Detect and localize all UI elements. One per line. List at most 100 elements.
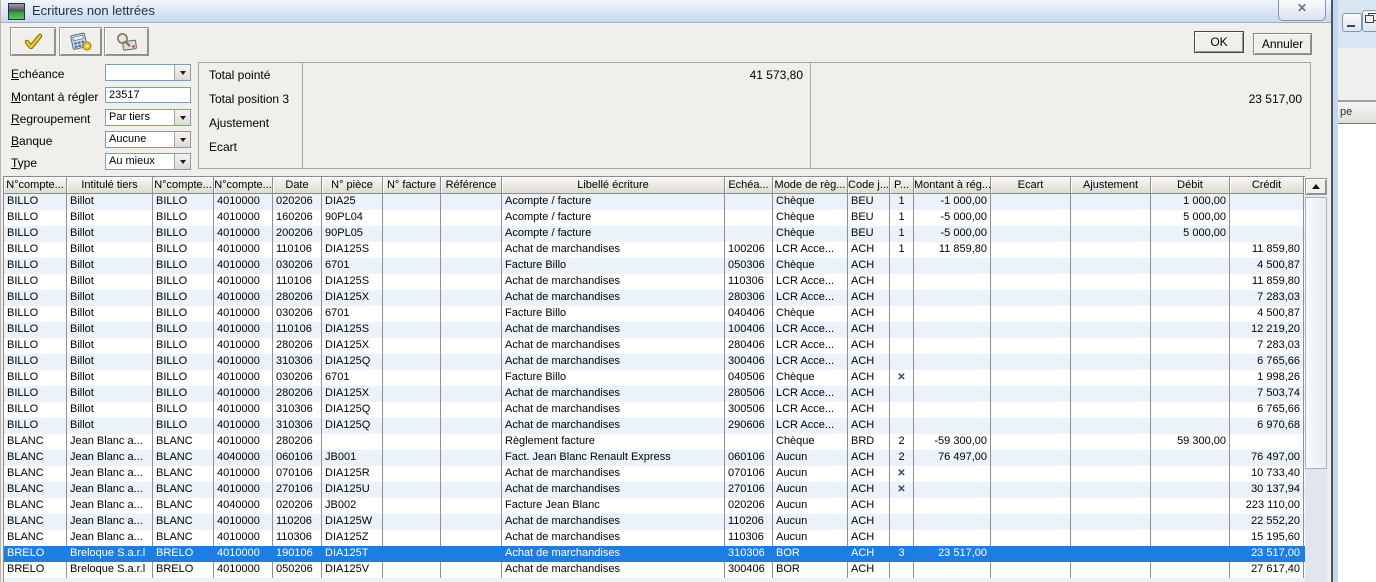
cell-date: 310306 (273, 418, 322, 434)
cell-intitule-tiers: Billot (67, 370, 153, 386)
cell-ajustement (1071, 466, 1151, 482)
cell-facture (383, 466, 441, 482)
cancel-button[interactable]: Annuler (1253, 33, 1312, 55)
cell-libelle: Facture Jean Blanc (502, 498, 725, 514)
table-row[interactable]: BILLOBillotBILLO4010000280206DIA125XAcha… (4, 290, 1305, 306)
background-list-area (1338, 124, 1376, 582)
cell-credit (1230, 210, 1304, 226)
col-header-mode-reglement[interactable]: Mode de règ... (773, 177, 848, 194)
col-header-debit[interactable]: Débit (1151, 177, 1230, 194)
ok-button[interactable]: OK (1194, 31, 1244, 53)
col-header-date[interactable]: Date (273, 177, 322, 194)
cell-compte-general: 4010000 (214, 274, 273, 290)
scroll-up-button[interactable] (1305, 178, 1327, 195)
cell-facture (383, 194, 441, 210)
chevron-down-icon[interactable] (174, 110, 190, 125)
cell-libelle: Acompte / facture (502, 226, 725, 242)
table-row[interactable]: BILLOBillotBILLO4010000280206DIA125XAcha… (4, 338, 1305, 354)
col-header-reference[interactable]: Référence (441, 177, 502, 194)
col-header-credit[interactable]: Crédit (1230, 177, 1304, 194)
col-header-facture[interactable]: N° facture (383, 177, 441, 194)
screen: Ecritures non lettrées ✕ (0, 0, 1376, 582)
cell-debit (1151, 482, 1230, 498)
table-row[interactable]: BILLOBillotBILLO4010000020206DIA25Acompt… (4, 194, 1305, 210)
col-header-pointage[interactable]: P... (890, 177, 914, 194)
cell-compte-tiers: BILLO (4, 258, 67, 274)
chevron-down-icon[interactable] (174, 65, 190, 80)
table-row[interactable]: BILLOBillotBILLO4010000110106DIA125SAcha… (4, 322, 1305, 338)
col-header-compte-tiers2[interactable]: N°compte... (153, 177, 214, 194)
cell-montant-a-regler (914, 466, 991, 482)
table-row[interactable]: BLANCJean Blanc a...BLANC4010000280206Rè… (4, 434, 1305, 450)
type-select[interactable]: Au mieux (105, 153, 191, 170)
cell-compte-general: 4010000 (214, 258, 273, 274)
table-row[interactable]: BILLOBillotBILLO40100000302066701Facture… (4, 306, 1305, 322)
background-minimize-button[interactable] (1342, 13, 1362, 32)
table-row[interactable]: BLANCJean Blanc a...BLANC4040000060106JB… (4, 450, 1305, 466)
cell-intitule-tiers: Billot (67, 306, 153, 322)
table-row[interactable]: BLANCJean Blanc a...BLANC4010000070106DI… (4, 466, 1305, 482)
table-row[interactable]: BLANCJean Blanc a...BLANC4010000270106DI… (4, 482, 1305, 498)
col-header-compte-tiers[interactable]: N°compte... (4, 177, 67, 194)
cell-piece: DIA125Z (322, 530, 383, 546)
estimate-button[interactable] (59, 27, 102, 56)
cell-montant-a-regler (914, 258, 991, 274)
table-scrollbar[interactable] (1305, 177, 1328, 582)
close-button[interactable]: ✕ (1278, 0, 1326, 21)
col-header-ecart[interactable]: Ecart (991, 177, 1071, 194)
search-entries-button[interactable] (104, 27, 149, 56)
table-row[interactable]: BRELOBreloque S.a.r.lBRELO4010000050206D… (4, 562, 1305, 578)
cell-compte-tiers2: BILLO (153, 370, 214, 386)
table-row[interactable]: BILLOBillotBILLO4010000310306DIA125QAcha… (4, 354, 1305, 370)
cell-compte-tiers: BILLO (4, 194, 67, 210)
montant-a-regler-input[interactable]: 23517 (105, 87, 191, 103)
cell-debit: 59 300,00 (1151, 434, 1230, 450)
cell-ecart (991, 226, 1071, 242)
table-row[interactable]: BILLOBillotBILLO401000016020690PL04Acomp… (4, 210, 1305, 226)
cell-mode-reglement: Chèque (773, 434, 848, 450)
summary-divider (810, 63, 811, 168)
col-header-piece[interactable]: N° pièce (322, 177, 383, 194)
chevron-down-icon[interactable] (174, 132, 190, 147)
dialog-title: Ecritures non lettrées (32, 3, 155, 18)
table-row[interactable]: BLANCJean Blanc a...BLANC4010000110306DI… (4, 530, 1305, 546)
col-header-code-journal[interactable]: Code j... (848, 177, 890, 194)
cell-piece: JB002 (322, 498, 383, 514)
col-header-compte-general[interactable]: N°compte... (214, 177, 273, 194)
cell-reference (441, 274, 502, 290)
cell-reference (441, 322, 502, 338)
cell-credit: 4 500,87 (1230, 258, 1304, 274)
cell-compte-tiers: BLANC (4, 450, 67, 466)
table-row[interactable]: BILLOBillotBILLO4010000110106DIA125SAcha… (4, 274, 1305, 290)
cell-echeance: 100206 (725, 242, 773, 258)
regroupement-select[interactable]: Par tiers (105, 109, 191, 126)
validate-button[interactable] (10, 27, 56, 56)
echeance-select[interactable] (105, 64, 191, 81)
col-header-libelle[interactable]: Libellé écriture (502, 177, 725, 194)
banque-select[interactable]: Aucune (105, 131, 191, 148)
col-header-montant-a-regler[interactable]: Montant à rég... (914, 177, 991, 194)
title-bar[interactable]: Ecritures non lettrées ✕ (1, 0, 1332, 23)
table-row[interactable]: BILLOBillotBILLO40100000302066701Facture… (4, 258, 1305, 274)
cell-echeance: 070106 (725, 466, 773, 482)
chevron-down-icon[interactable] (174, 154, 190, 169)
table-row[interactable]: BRELOBreloque S.a.r.lBRELO4010000190106D… (4, 546, 1305, 562)
background-restore-button[interactable] (1362, 10, 1376, 32)
cell-intitule-tiers: Jean Blanc a... (67, 450, 153, 466)
scrollbar-track[interactable] (1305, 469, 1327, 582)
dialog-ecritures-non-lettrees: Ecritures non lettrées ✕ (0, 0, 1332, 582)
table-row[interactable]: BILLOBillotBILLO4010000280206DIA125XAcha… (4, 386, 1305, 402)
table-row[interactable]: BILLOBillotBILLO4010000110106DIA125SAcha… (4, 242, 1305, 258)
col-header-intitule-tiers[interactable]: Intitulé tiers (67, 177, 153, 194)
table-row[interactable]: BLANCJean Blanc a...BLANC4010000110206DI… (4, 514, 1305, 530)
table-row[interactable]: BILLOBillotBILLO4010000310306DIA125QAcha… (4, 418, 1305, 434)
table-row[interactable]: BILLOBillotBILLO401000020020690PL05Acomp… (4, 226, 1305, 242)
col-header-ajustement[interactable]: Ajustement (1071, 177, 1151, 194)
cell-piece: DIA125X (322, 338, 383, 354)
table-row[interactable]: BILLOBillotBILLO4010000310306DIA125QAcha… (4, 402, 1305, 418)
table-row[interactable]: BILLOBillotBILLO40100000302066701Facture… (4, 370, 1305, 386)
col-header-echeance[interactable]: Echéa... (725, 177, 773, 194)
table-row[interactable]: BLANCJean Blanc a...BLANC4040000020206JB… (4, 498, 1305, 514)
cell-credit: 12 219,20 (1230, 322, 1304, 338)
scrollbar-thumb[interactable] (1305, 197, 1327, 469)
